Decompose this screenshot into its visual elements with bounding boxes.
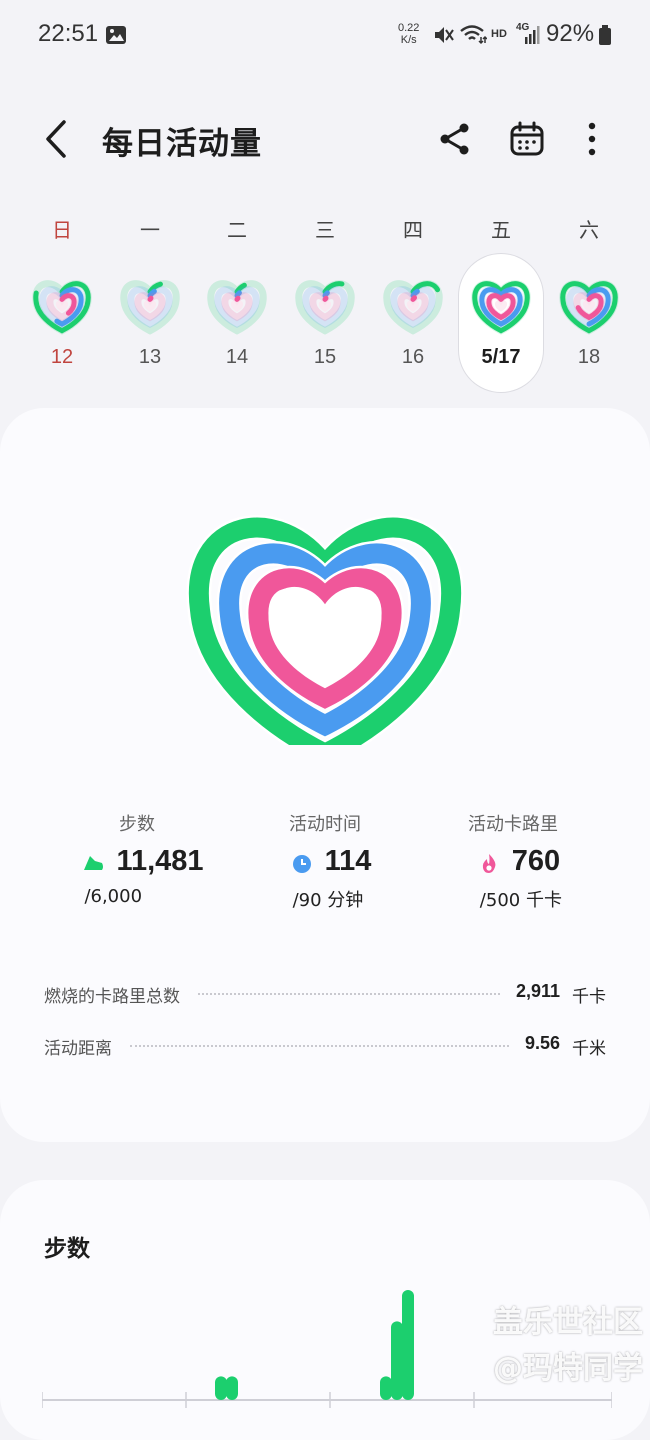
- day-activity-heart[interactable]: [378, 270, 448, 340]
- share-icon[interactable]: [438, 122, 472, 156]
- steps-bar: [402, 1290, 414, 1400]
- stat-label: 活动时间: [289, 814, 361, 835]
- wifi-icon: [460, 25, 487, 45]
- detail-row-leader: [198, 993, 500, 995]
- day-activity-heart[interactable]: [290, 270, 360, 340]
- more-icon[interactable]: [580, 122, 604, 156]
- clock-icon: [292, 855, 311, 873]
- day-activity-heart[interactable]: [202, 270, 272, 340]
- stat-label: 步数: [119, 814, 155, 835]
- mute-icon: [435, 27, 454, 43]
- stat-value: 760: [511, 845, 561, 877]
- weekday-label: 一: [140, 218, 160, 242]
- status-bar: 22:51 0.22 K/s HD 4G 92%: [0, 0, 650, 70]
- day-activity-heart[interactable]: [554, 270, 624, 340]
- day-number[interactable]: 14: [207, 346, 267, 369]
- weekday-label: 日: [52, 218, 72, 242]
- watermark: 盖乐世社区 @玛特同学: [438, 1300, 643, 1392]
- battery-icon: [599, 25, 611, 45]
- day-activity-heart[interactable]: [27, 270, 97, 340]
- hd-icon: HD: [491, 28, 507, 40]
- day-activity-heart[interactable]: [466, 270, 536, 340]
- calendar-icon[interactable]: [509, 121, 545, 157]
- detail-row-value: 2,911: [515, 981, 560, 1001]
- clock-time: 22:51: [38, 20, 99, 47]
- net-speed-unit: K/s: [400, 34, 417, 46]
- steps-bar: [226, 1376, 238, 1400]
- activity-heart-rings[interactable]: [185, 505, 465, 745]
- net-speed-value: 0.22: [398, 22, 420, 34]
- detail-row-label: 活动距离: [44, 1039, 112, 1059]
- weekday-label: 三: [315, 218, 335, 242]
- shoe-icon: [84, 856, 104, 870]
- battery-percent: 92%: [546, 20, 595, 47]
- steps-bar: [380, 1376, 392, 1400]
- gallery-icon: [106, 26, 126, 44]
- day-number[interactable]: 12: [32, 346, 92, 369]
- stat-goal: /500 千卡: [479, 890, 562, 911]
- signal-icon: [525, 26, 540, 44]
- watermark-line1: 盖乐世社区: [493, 1305, 643, 1340]
- detail-row-unit: 千卡: [572, 987, 606, 1007]
- stat-value: 114: [324, 845, 372, 877]
- day-number[interactable]: 13: [120, 346, 180, 369]
- net-speed: 0.22 K/s: [398, 22, 419, 46]
- page-title: 每日活动量: [102, 126, 262, 162]
- detail-row-value: 9.56: [524, 1033, 560, 1053]
- steps-bar: [391, 1321, 403, 1400]
- weekday-label: 二: [227, 218, 247, 242]
- day-number[interactable]: 15: [295, 346, 355, 369]
- detail-row-unit: 千米: [572, 1039, 606, 1059]
- stat-goal: /90 分钟: [292, 890, 364, 911]
- watermark-line2: @玛特同学: [493, 1351, 643, 1386]
- weekday-label: 六: [579, 218, 599, 242]
- detail-row-label: 燃烧的卡路里总数: [44, 987, 180, 1007]
- stat-value: 11,481: [116, 845, 204, 877]
- day-number[interactable]: 16: [383, 346, 443, 369]
- steps-card-title: 步数: [44, 1236, 90, 1262]
- day-number[interactable]: 5/17: [471, 346, 531, 369]
- day-activity-heart[interactable]: [115, 270, 185, 340]
- steps-bar: [215, 1376, 227, 1400]
- stat-goal: /6,000: [84, 886, 143, 907]
- flame-icon: [482, 854, 496, 873]
- back-arrow-icon[interactable]: [40, 118, 72, 160]
- stat-label: 活动卡路里: [468, 814, 558, 835]
- weekday-label: 四: [403, 218, 423, 242]
- weekday-label: 五: [491, 218, 511, 242]
- day-number[interactable]: 18: [559, 346, 619, 369]
- detail-row-leader: [130, 1045, 509, 1047]
